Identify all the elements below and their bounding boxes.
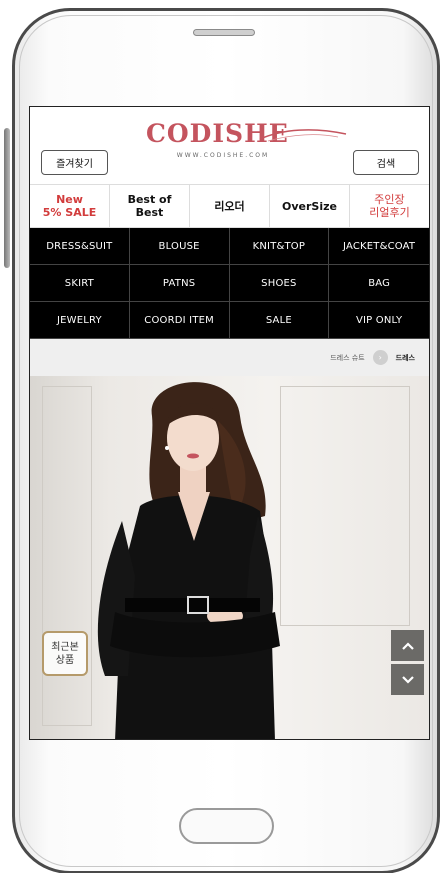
- quick-item-label: OverSize: [282, 199, 337, 213]
- category-bag[interactable]: BAG: [329, 265, 429, 302]
- quick-item-label: 리얼후기: [369, 206, 410, 219]
- breadcrumb-current: 드레스: [395, 353, 415, 362]
- category-blouse[interactable]: BLOUSE: [129, 228, 230, 265]
- category-knit-top[interactable]: KNIT&TOP: [229, 228, 330, 265]
- phone-home-button[interactable]: [179, 808, 274, 844]
- quick-item-label: 리오더: [214, 199, 245, 213]
- breadcrumb-parent[interactable]: 드레스 슈트: [330, 353, 364, 363]
- category-coordi-item[interactable]: COORDI ITEM: [129, 302, 230, 339]
- category-grid: DRESS&SUIT BLOUSE KNIT&TOP JACKET&COAT S…: [30, 228, 429, 339]
- recent-items-button[interactable]: 최근본 상품: [42, 631, 88, 676]
- recent-items-label: 상품: [55, 654, 75, 666]
- mobile-screen: CODISHE WWW.CODISHE.COM 즐겨찾기 검색 New 5% SA…: [29, 106, 430, 740]
- product-image[interactable]: [30, 376, 429, 739]
- quick-item-label: New: [56, 193, 83, 206]
- category-dress-suit[interactable]: DRESS&SUIT: [30, 228, 130, 265]
- chevron-down-icon: [401, 675, 414, 684]
- category-jewelry[interactable]: JEWELRY: [30, 302, 130, 339]
- recent-items-label: 최근본: [51, 641, 79, 653]
- category-vip-only[interactable]: VIP ONLY: [329, 302, 429, 339]
- logo-swoosh-icon: [259, 129, 347, 142]
- scroll-down-button[interactable]: [391, 664, 424, 695]
- quick-item-reorder[interactable]: 리오더: [190, 185, 270, 227]
- quick-item-label: Best of: [127, 193, 172, 206]
- quick-item-review[interactable]: 주인장 리얼후기: [350, 185, 429, 227]
- scroll-up-button[interactable]: [391, 630, 424, 661]
- phone-speaker: [193, 29, 255, 36]
- category-sale[interactable]: SALE: [229, 302, 330, 339]
- quick-item-label: Best: [135, 206, 164, 219]
- quick-item-label: 5% SALE: [42, 206, 97, 219]
- breadcrumb: 드레스 슈트 › 드레스: [30, 339, 429, 376]
- site-url: WWW.CODISHE.COM: [176, 152, 270, 159]
- quick-item-oversize[interactable]: OverSize: [270, 185, 350, 227]
- chevron-right-icon: ›: [372, 350, 388, 365]
- quick-item-new[interactable]: New 5% SALE: [30, 185, 110, 227]
- category-jacket-coat[interactable]: JACKET&COAT: [329, 228, 429, 265]
- chevron-up-icon: [401, 641, 414, 650]
- quick-item-label: 주인장: [374, 193, 405, 206]
- quick-menu: New 5% SALE Best of Best 리오더 OverSize 주인장 리…: [30, 184, 429, 228]
- site-header: CODISHE WWW.CODISHE.COM 즐겨찾기 검색: [30, 107, 429, 184]
- bookmark-button[interactable]: 즐겨찾기: [41, 150, 108, 175]
- category-pants[interactable]: PATNS: [129, 265, 230, 302]
- quick-item-best[interactable]: Best of Best: [110, 185, 190, 227]
- category-skirt[interactable]: SKIRT: [30, 265, 130, 302]
- phone-side-button: [4, 128, 10, 268]
- search-button[interactable]: 검색: [353, 150, 419, 175]
- model-figure: [97, 382, 280, 739]
- category-shoes[interactable]: SHOES: [229, 265, 330, 302]
